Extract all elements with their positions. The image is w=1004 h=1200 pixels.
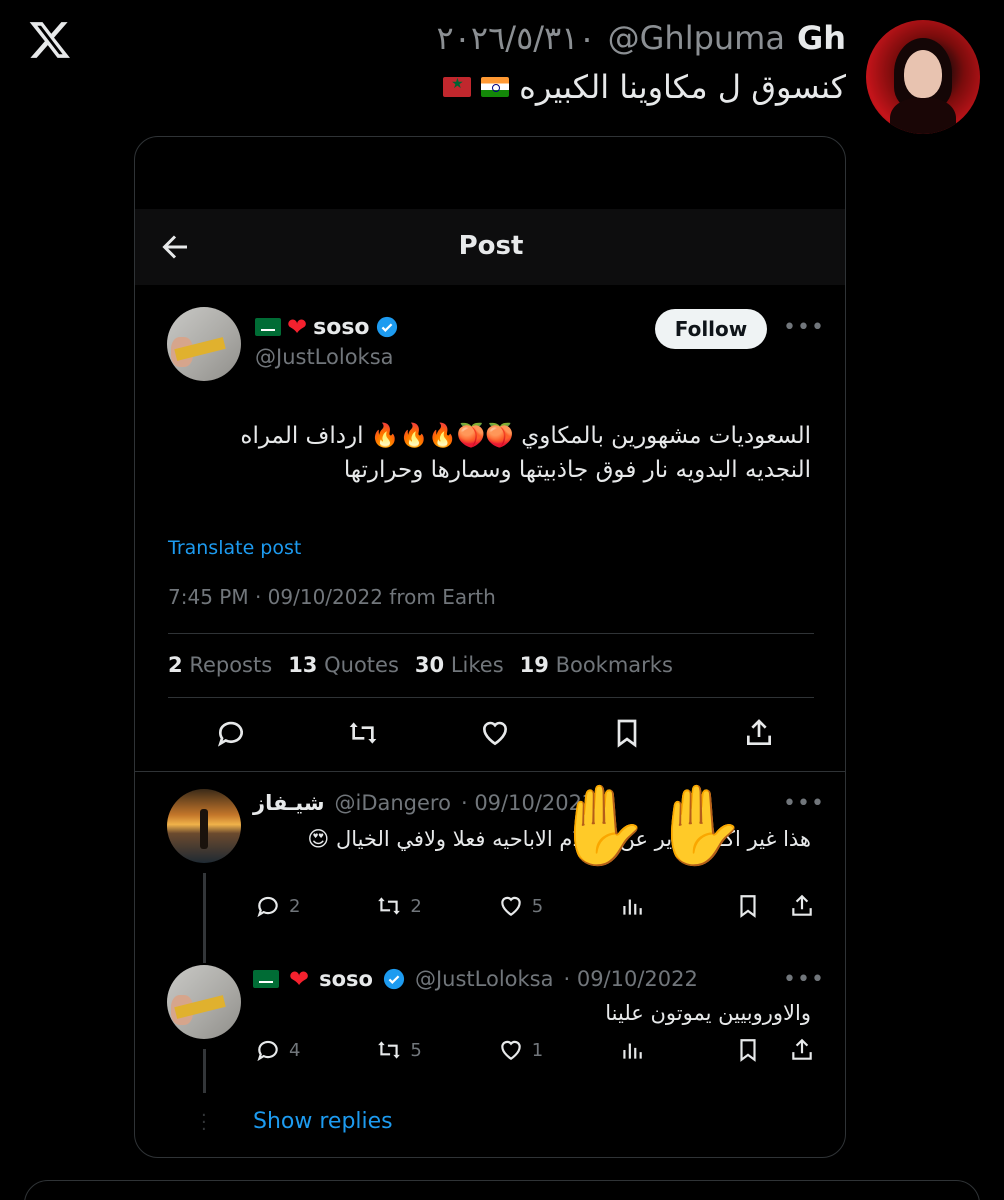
reply-header: ❤ soso @JustLoloksa · 09/10/2022 — [253, 965, 698, 993]
reply-count: 4 — [289, 1039, 301, 1061]
header-author-name[interactable]: Gh — [797, 19, 846, 57]
header-text-content: كنسوق ل مكاوينا الكبيره — [519, 68, 846, 106]
share-icon[interactable] — [789, 1037, 815, 1063]
saudi-flag-icon — [255, 318, 281, 336]
header-meta: ٢٠٢٦/٥/٣١٠ @Ghlpuma Gh — [437, 18, 846, 58]
reply-button[interactable]: 4 — [255, 1037, 300, 1063]
repost-button[interactable]: 2 — [376, 893, 422, 919]
header-avatar[interactable] — [866, 20, 980, 134]
reply-author-handle[interactable]: @iDangero — [335, 791, 451, 815]
bookmarks-stat[interactable]: 19 Bookmarks — [520, 653, 673, 677]
post-stats: 2 Reposts 13 Quotes 30 Likes 19 Bookmark… — [168, 653, 673, 677]
divider — [168, 697, 814, 698]
views-chart-icon — [623, 1043, 642, 1059]
reply-actions: 4 5 1 — [255, 1037, 815, 1063]
reply-bookmark-share — [735, 1037, 815, 1063]
views-button[interactable] — [619, 1037, 659, 1063]
header-tweet-text: كنسوق ل مكاوينا الكبيره — [443, 68, 846, 106]
repost-icon — [378, 897, 401, 915]
author-handle[interactable]: @JustLoloksa — [255, 345, 394, 369]
quotes-stat[interactable]: 13 Quotes — [288, 653, 399, 677]
translate-post-link[interactable]: Translate post — [168, 537, 301, 559]
thread-line — [203, 873, 206, 963]
divider — [168, 633, 814, 634]
post-body-text: السعوديات مشهورين بالمكاوي 🍑🍑🔥🔥🔥 ارداف ا… — [240, 423, 811, 483]
like-count: 1 — [531, 1039, 544, 1061]
reply-author-name[interactable]: شيـفاز — [253, 791, 325, 815]
reply-count: 2 — [289, 895, 301, 917]
like-heart-icon — [500, 896, 521, 916]
reply-icon[interactable] — [215, 717, 247, 749]
reply-header: شيـفاز @iDangero · 09/10/2022 — [253, 791, 595, 815]
more-options-icon[interactable]: ••• — [783, 315, 825, 340]
reply-icon — [257, 896, 278, 918]
x-logo-icon[interactable] — [26, 18, 74, 62]
bookmark-icon[interactable] — [611, 717, 643, 749]
show-replies-link[interactable]: Show replies — [253, 1109, 393, 1134]
reply-author-name[interactable]: soso — [319, 967, 373, 991]
like-button[interactable]: 1 — [498, 1037, 543, 1063]
divider — [135, 771, 845, 772]
more-options-icon[interactable]: ••• — [783, 791, 825, 816]
embedded-post-screenshot: Post ❤ soso @JustLoloksa Follow ••• السع… — [134, 136, 846, 1158]
repost-count: 2 — [410, 895, 422, 917]
verified-badge-icon — [376, 316, 397, 338]
reply-date: · 09/10/2022 — [563, 967, 698, 991]
reply-date: · 09/10/2022 — [460, 791, 596, 815]
header-date: ٢٠٢٦/٥/٣١٠ — [436, 19, 596, 57]
reply-icon — [257, 1040, 278, 1062]
repost-icon[interactable] — [347, 717, 379, 749]
reply-avatar[interactable] — [167, 965, 241, 1039]
author-name: soso — [313, 314, 370, 340]
saudi-flag-icon — [253, 970, 279, 988]
reposts-stat[interactable]: 2 Reposts — [168, 653, 272, 677]
reply-text: والاوروبيين يموتون علينا — [605, 1001, 811, 1025]
like-button[interactable]: 5 — [498, 893, 543, 919]
post-actions — [215, 717, 775, 749]
like-count: 5 — [531, 895, 544, 917]
follow-button[interactable]: Follow — [655, 309, 767, 349]
share-icon[interactable] — [743, 717, 775, 749]
author-avatar[interactable] — [167, 307, 241, 381]
thread-dots: · · · — [201, 1105, 207, 1140]
reply-bookmark-share — [735, 893, 815, 919]
post-timestamp[interactable]: 7:45 PM · 09/10/2022 from Earth — [168, 585, 496, 609]
post-top-bar: Post — [135, 209, 845, 285]
reply-author-handle[interactable]: @JustLoloksa — [415, 967, 554, 991]
like-heart-icon — [500, 1040, 521, 1060]
post-title: Post — [458, 231, 524, 261]
likes-stat[interactable]: 30 Likes — [415, 653, 504, 677]
views-button[interactable] — [619, 893, 659, 919]
bookmark-icon[interactable] — [735, 1037, 761, 1063]
reply-avatar[interactable] — [167, 789, 241, 863]
views-chart-icon — [623, 899, 642, 915]
share-icon[interactable] — [789, 893, 815, 919]
morocco-flag-icon — [443, 76, 472, 97]
red-heart-icon: ❤ — [289, 965, 310, 993]
india-flag-icon — [481, 77, 510, 97]
repost-count: 5 — [410, 1039, 422, 1061]
repost-button[interactable]: 5 — [376, 1037, 422, 1063]
reply-text: هذا غير اكـ... ...ير عن الافلام الاباحيه… — [307, 827, 811, 851]
verified-badge-icon — [383, 968, 405, 990]
repost-icon — [378, 1041, 401, 1059]
author-name-row[interactable]: ❤ soso — [255, 313, 398, 341]
bookmark-icon[interactable] — [735, 893, 761, 919]
reply-actions: 2 2 5 — [255, 893, 815, 919]
reply-button[interactable]: 2 — [255, 893, 300, 919]
red-heart-icon: ❤ — [287, 313, 308, 341]
next-post-card-edge — [24, 1180, 980, 1200]
like-heart-icon[interactable] — [479, 717, 511, 749]
header-handle[interactable]: @Ghlpuma — [608, 19, 785, 57]
thread-line — [203, 1049, 206, 1093]
more-options-icon[interactable]: ••• — [783, 967, 825, 992]
